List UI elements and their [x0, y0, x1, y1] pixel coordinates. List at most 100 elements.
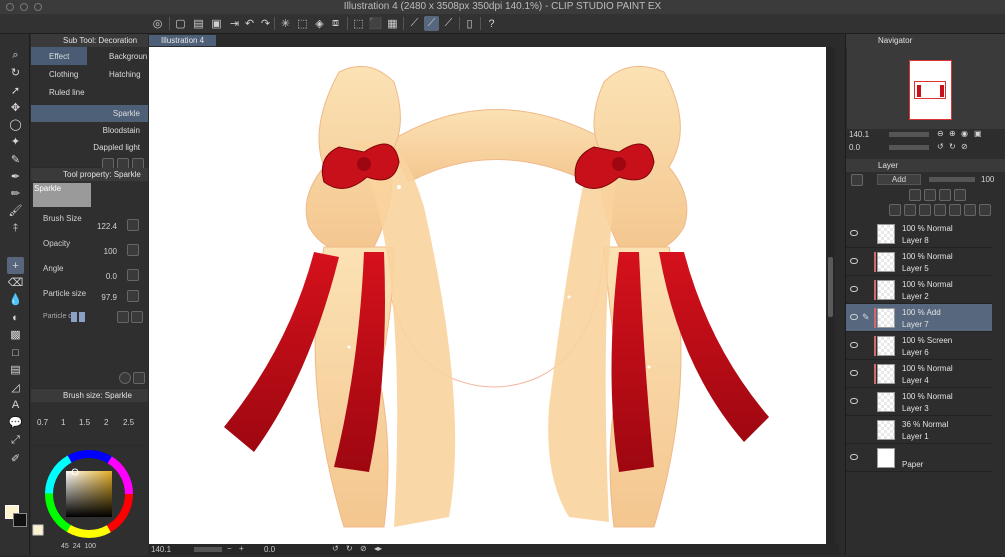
flip-icon[interactable]: ◂▸ — [374, 544, 382, 553]
tool-settings-icon[interactable] — [133, 372, 145, 384]
tab-clothing[interactable]: Clothing — [31, 65, 87, 83]
canvas-tab[interactable]: Illustration 4 — [149, 35, 216, 46]
blend-mode-select[interactable]: Add — [877, 174, 921, 185]
prop-brush-size[interactable]: Brush Size 122.4 — [31, 209, 148, 234]
brush-dappled-light[interactable]: Dappled light — [31, 139, 148, 156]
size-preset[interactable]: 0.7 — [37, 418, 48, 427]
deselect-icon[interactable]: ⬚ — [351, 16, 366, 31]
actual-size-icon[interactable]: ▣ — [974, 129, 982, 138]
text-tool-icon[interactable]: A — [7, 396, 24, 413]
refresh-icon[interactable] — [119, 372, 131, 384]
zoom-out-icon[interactable]: − — [227, 544, 232, 553]
dynamics-icon[interactable] — [127, 290, 139, 302]
clip-studio-icon[interactable]: ◎ — [150, 16, 165, 31]
transform-icon[interactable]: ⧈ — [328, 16, 343, 31]
visibility-eye-icon[interactable] — [850, 230, 858, 236]
rotate-right-icon[interactable]: ↻ — [949, 142, 956, 151]
blend-icon[interactable]: 💧 — [7, 291, 24, 308]
transfer-icon[interactable] — [934, 204, 946, 216]
sub-color-swatch[interactable] — [13, 513, 27, 527]
new-icon[interactable]: ▢ — [173, 16, 188, 31]
select-layer-icon[interactable]: ▦ — [385, 16, 400, 31]
arrow-right-icon[interactable] — [117, 311, 129, 323]
layer-row[interactable]: 100 % Normal Layer 5 — [846, 248, 992, 276]
prop-particle-direction[interactable]: Particle d — [31, 309, 148, 327]
size-preset[interactable]: 1.5 — [79, 418, 90, 427]
clear-outside-icon[interactable]: ⬚ — [295, 16, 310, 31]
new-raster-layer-icon[interactable] — [889, 204, 901, 216]
visibility-eye-icon[interactable] — [850, 342, 858, 348]
combine-icon[interactable] — [949, 204, 961, 216]
new-folder-icon[interactable] — [919, 204, 931, 216]
size-preset[interactable]: 2 — [104, 418, 108, 427]
zoom-out-icon[interactable]: ⊖ — [937, 129, 944, 138]
navigator-rotation-slider[interactable] — [889, 145, 929, 150]
zoom-slider[interactable] — [194, 547, 222, 552]
rotate-left-icon[interactable]: ↺ — [332, 544, 339, 553]
ruler-icon[interactable]: ◿ — [7, 379, 24, 396]
reset-rotation-icon[interactable]: ⊘ — [961, 142, 968, 151]
size-preset[interactable]: 1 — [61, 418, 65, 427]
rotate-right-icon[interactable]: ↻ — [346, 544, 353, 553]
tab-background[interactable]: Backgroun — [87, 47, 147, 65]
layer-row[interactable]: 100 % Normal Layer 2 — [846, 276, 992, 304]
rotate-left-icon[interactable]: ↺ — [937, 142, 944, 151]
export-icon[interactable]: ⇥ — [227, 16, 242, 31]
tab-hatching[interactable]: Hatching — [87, 65, 147, 83]
layer-row-selected[interactable]: ✎ 100 % Add Layer 7 — [846, 304, 992, 332]
settings-icon[interactable] — [131, 311, 143, 323]
brush-sparkle[interactable]: Sparkle — [31, 105, 148, 122]
zoom-value[interactable]: 140.1 — [151, 545, 171, 554]
visibility-eye-icon[interactable] — [850, 314, 858, 320]
frame-border-icon[interactable]: ▤ — [7, 361, 24, 378]
pen-icon[interactable]: ✒ — [7, 168, 24, 185]
layer-row-paper[interactable]: Paper — [846, 444, 992, 472]
clear-icon[interactable]: ✳ — [278, 16, 293, 31]
figure-icon[interactable]: □ — [7, 344, 24, 361]
tab-effect[interactable]: Effect — [31, 47, 87, 65]
visibility-eye-icon[interactable] — [850, 258, 858, 264]
layer-row[interactable]: 36 % Normal Layer 1 — [846, 416, 992, 444]
layer-row[interactable]: 100 % Normal Layer 3 — [846, 388, 992, 416]
layer-row[interactable]: 100 % Normal Layer 4 — [846, 360, 992, 388]
smartphone-icon[interactable]: ▯ — [462, 16, 477, 31]
magic-wand-icon[interactable]: ✦ — [7, 133, 24, 150]
redo-icon[interactable]: ↷ — [258, 16, 273, 31]
operation-tool-icon[interactable]: ➚ — [7, 82, 24, 99]
angle-value[interactable]: 0.0 — [264, 545, 275, 554]
layer-row[interactable]: 100 % Normal Layer 8 — [846, 220, 992, 248]
snap-special-ruler-icon[interactable]: ⟋ — [424, 16, 439, 31]
airbrush-icon[interactable]: ⤉ — [7, 220, 24, 237]
snap-ruler-icon[interactable]: ⟋ — [407, 16, 422, 31]
layer-property-icon[interactable] — [851, 174, 863, 186]
clip-icon[interactable] — [924, 189, 936, 201]
open-icon[interactable]: ▤ — [191, 16, 206, 31]
lock-icon[interactable] — [909, 189, 921, 201]
pencil-icon[interactable]: ✏ — [7, 185, 24, 202]
size-preset[interactable]: 2.5 — [123, 418, 134, 427]
decoration-tool-icon[interactable]: + — [7, 257, 24, 274]
dynamics-icon[interactable] — [127, 244, 139, 256]
visibility-eye-icon[interactable] — [850, 454, 858, 460]
prop-opacity[interactable]: Opacity 100 — [31, 234, 148, 259]
zoom-in-icon[interactable]: ⊕ — [949, 129, 956, 138]
tab-ruled-line[interactable]: Ruled line — [31, 83, 147, 101]
eyedropper-icon[interactable]: ✎ — [7, 151, 24, 168]
fill-tool-icon[interactable]: ◐ — [7, 309, 24, 326]
reference-icon[interactable] — [939, 189, 951, 201]
correct-line-icon[interactable]: ⤢ — [7, 432, 24, 449]
delete-layer-icon[interactable] — [979, 204, 991, 216]
visibility-eye-icon[interactable] — [850, 398, 858, 404]
help-icon[interactable]: ? — [484, 16, 499, 31]
invert-selection-icon[interactable]: ⬛ — [368, 16, 383, 31]
prop-particle-size[interactable]: Particle size 97.9 — [31, 284, 148, 309]
fit-icon[interactable]: ◉ — [961, 129, 968, 138]
visibility-eye-icon[interactable] — [850, 286, 858, 292]
gradient-icon[interactable]: ▩ — [7, 326, 24, 343]
balloon-icon[interactable]: 💬 — [7, 414, 24, 431]
opacity-slider[interactable] — [929, 177, 975, 182]
layer-row[interactable]: 100 % Screen Layer 6 — [846, 332, 992, 360]
canvas[interactable] — [149, 47, 826, 544]
dynamics-icon[interactable] — [127, 269, 139, 281]
zoom-tool-icon[interactable]: ⌕ — [7, 47, 24, 64]
